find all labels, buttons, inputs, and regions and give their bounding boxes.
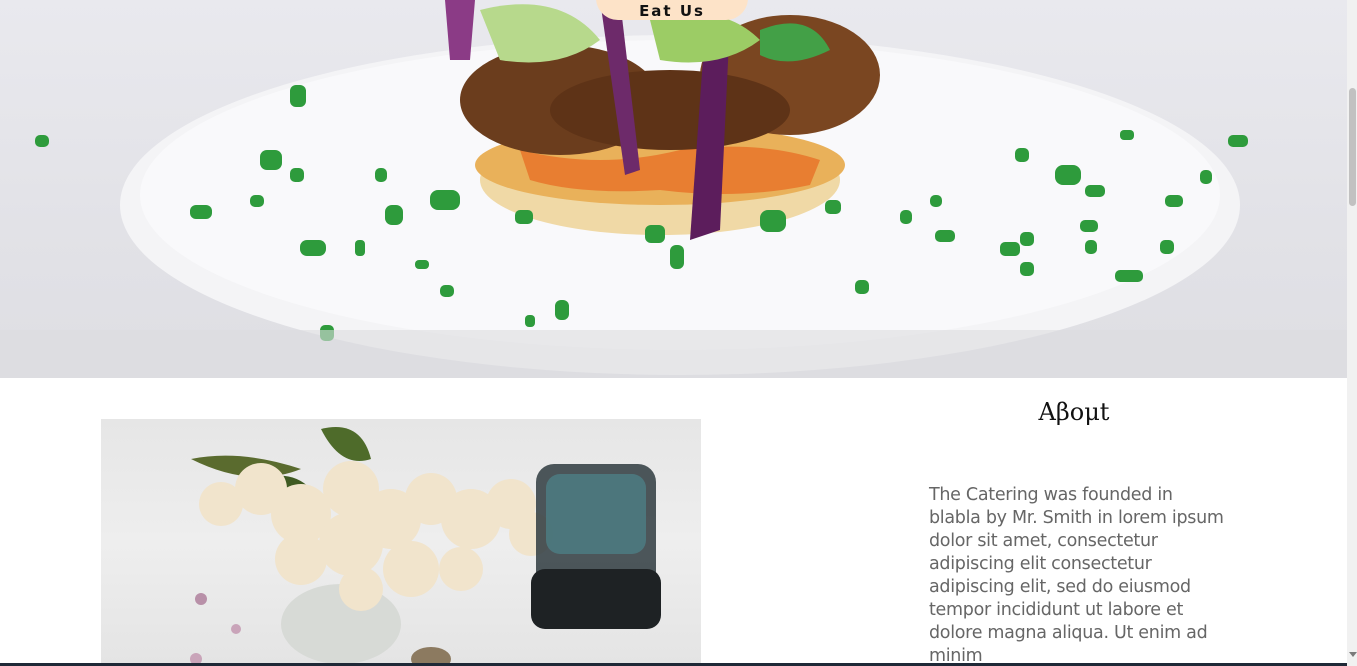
flowers-illustration xyxy=(190,427,661,666)
eat-us-button[interactable]: Eat Us xyxy=(596,0,748,20)
about-image xyxy=(101,419,701,666)
hero-image: Eat Us xyxy=(0,0,1347,378)
about-title: Aβoμt xyxy=(1038,398,1110,426)
eat-us-button-label: Eat Us xyxy=(639,2,705,20)
hero-food-illustration xyxy=(0,0,1347,378)
page: Eat Us Aβoμt The Catering was founded in… xyxy=(0,0,1347,666)
scrollbar-thumb[interactable] xyxy=(1349,88,1356,206)
scroll-down-arrow-icon[interactable] xyxy=(1349,652,1357,657)
about-text: The Catering was founded in blabla by Mr… xyxy=(929,485,1224,666)
